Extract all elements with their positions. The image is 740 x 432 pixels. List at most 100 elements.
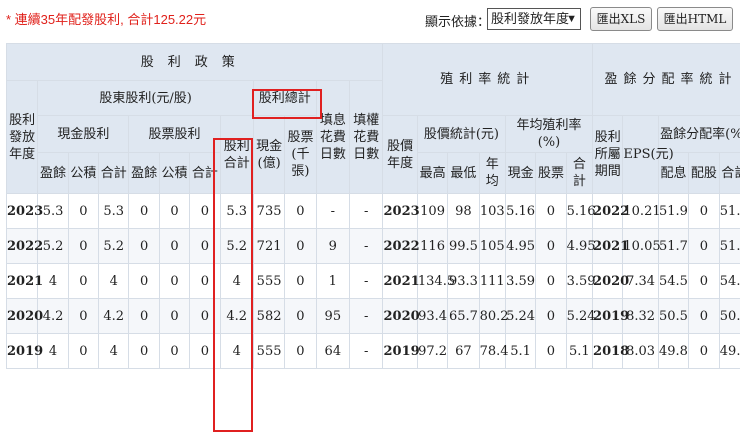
table-cell: 4.2 xyxy=(99,299,129,334)
table-cell: 5.16 xyxy=(566,194,592,229)
table-cell: 0 xyxy=(689,264,719,299)
chevron-down-icon: ▼ xyxy=(566,9,577,29)
table-row: 20204.204.20004.2582095-202093.465.780.2… xyxy=(7,299,740,334)
table-cell: 116 xyxy=(417,229,447,264)
table-cell: 0 xyxy=(68,264,98,299)
table-cell: 67 xyxy=(448,334,479,369)
table-cell: 735 xyxy=(253,194,284,229)
header-avg-yield: 年均殖利率(%) xyxy=(505,116,592,153)
table-cell: 4.2 xyxy=(220,299,253,334)
table-cell: - xyxy=(350,194,383,229)
table-cell: - xyxy=(350,334,383,369)
table-cell: 3.59 xyxy=(505,264,535,299)
table-cell: 555 xyxy=(253,334,284,369)
table-cell: 0 xyxy=(190,334,220,369)
header-payout-total: 合計 xyxy=(719,153,740,194)
header-shareholder-dividend: 股東股利(元/股) xyxy=(38,81,254,116)
header-dividend-sum: 股利合計 xyxy=(220,116,253,194)
table-cell: 0 xyxy=(68,229,98,264)
table-cell: 2023 xyxy=(383,194,417,229)
table-cell: 2018 xyxy=(593,334,623,369)
header-stock-reserve: 公積 xyxy=(159,153,189,194)
header-price-avg: 年均 xyxy=(479,153,505,194)
table-cell: 2021 xyxy=(383,264,417,299)
table-cell: 2023 xyxy=(7,194,38,229)
header-price-year: 股價年度 xyxy=(383,116,417,194)
table-cell: 93.3 xyxy=(448,264,479,299)
table-cell: 8.32 xyxy=(623,299,658,334)
export-xls-button[interactable]: 匯出XLS xyxy=(590,7,652,31)
table-cell: 9 xyxy=(316,229,349,264)
table-cell: 0 xyxy=(689,299,719,334)
header-cash-dividend: 現金股利 xyxy=(38,116,129,153)
header-yield-stats: 殖利率統計 xyxy=(383,44,593,116)
header-price-stats: 股價統計(元) xyxy=(417,116,505,153)
export-html-button[interactable]: 匯出HTML xyxy=(657,7,733,31)
table-cell: 2020 xyxy=(7,299,38,334)
table-cell: 2022 xyxy=(383,229,417,264)
table-cell: 721 xyxy=(253,229,284,264)
table-cell: 93.4 xyxy=(417,299,447,334)
table-cell: 5.16 xyxy=(505,194,535,229)
header-year: 股利發放年度 xyxy=(7,81,38,194)
toolbar: * 連續35年配發股利, 合計125.22元 顯示依據： 股利發放年度 ▼ 匯出… xyxy=(0,0,740,40)
table-cell: 80.2 xyxy=(479,299,505,334)
table-cell: 0 xyxy=(159,299,189,334)
display-by-value: 股利發放年度 xyxy=(491,11,569,26)
header-stock-thousand: 股票(千張) xyxy=(285,116,316,194)
dividend-summary: * 連續35年配發股利, 合計125.22元 xyxy=(6,9,206,28)
table-cell: 0 xyxy=(536,264,566,299)
table-cell: 7.34 xyxy=(623,264,658,299)
table-cell: 2022 xyxy=(593,194,623,229)
table-cell: 10.05 xyxy=(623,229,658,264)
table-cell: 4 xyxy=(99,264,129,299)
table-cell: 0 xyxy=(285,264,316,299)
table-cell: 3.59 xyxy=(566,264,592,299)
table-cell: 2019 xyxy=(7,334,38,369)
table-cell: 2019 xyxy=(383,334,417,369)
table-cell: - xyxy=(350,264,383,299)
header-cash-total: 合計 xyxy=(99,153,129,194)
table-cell: 0 xyxy=(159,264,189,299)
display-by-select[interactable]: 股利發放年度 ▼ xyxy=(487,8,581,30)
table-cell: 5.3 xyxy=(38,194,68,229)
header-price-low: 最低 xyxy=(448,153,479,194)
header-stock-total: 合計 xyxy=(190,153,220,194)
header-stock-dividend: 股票股利 xyxy=(129,116,220,153)
table-cell: 0 xyxy=(285,229,316,264)
table-cell: 97.2 xyxy=(417,334,447,369)
header-yield-total: 合計 xyxy=(566,153,592,194)
header-cash-billion: 現金(億) xyxy=(253,116,284,194)
table-row: 2021404000455501-2021134.593.31113.5903.… xyxy=(7,264,740,299)
header-fill-div-days: 填息花費日數 xyxy=(316,81,349,194)
table-cell: 50.5 xyxy=(719,299,740,334)
table-cell: 0 xyxy=(285,299,316,334)
table-cell: 0 xyxy=(190,264,220,299)
table-cell: 111 xyxy=(479,264,505,299)
header-dividend-period: 股利所屬期間 xyxy=(593,116,623,194)
table-cell: - xyxy=(316,194,349,229)
header-yield-cash: 現金 xyxy=(505,153,535,194)
display-by-label: 顯示依據： xyxy=(425,11,490,30)
table-cell: 0 xyxy=(129,229,159,264)
table-row: 20194040004555064-201997.26778.45.105.12… xyxy=(7,334,740,369)
table-cell: 0 xyxy=(129,299,159,334)
table-cell: 103 xyxy=(479,194,505,229)
table-cell: 105 xyxy=(479,229,505,264)
table-cell: 0 xyxy=(190,299,220,334)
header-payout-stats: 盈餘分配率統計 xyxy=(593,44,740,116)
header-fill-right-days: 填權花費日數 xyxy=(350,81,383,194)
table-cell: 51.7 xyxy=(658,229,688,264)
table-cell: 0 xyxy=(689,334,719,369)
table-cell: 5.2 xyxy=(99,229,129,264)
table-cell: - xyxy=(350,229,383,264)
dividend-table: 股利政策 殖利率統計 盈餘分配率統計 股利發放年度 股東股利(元/股) 股利總計… xyxy=(6,43,740,369)
table-cell: 582 xyxy=(253,299,284,334)
table-cell: 51.9 xyxy=(719,194,740,229)
table-row: 20235.305.30005.37350--2023109981035.160… xyxy=(7,194,740,229)
table-cell: 0 xyxy=(159,334,189,369)
table-cell: 0 xyxy=(129,194,159,229)
table-cell: 50.5 xyxy=(658,299,688,334)
table-cell: 2020 xyxy=(593,264,623,299)
table-cell: 65.7 xyxy=(448,299,479,334)
